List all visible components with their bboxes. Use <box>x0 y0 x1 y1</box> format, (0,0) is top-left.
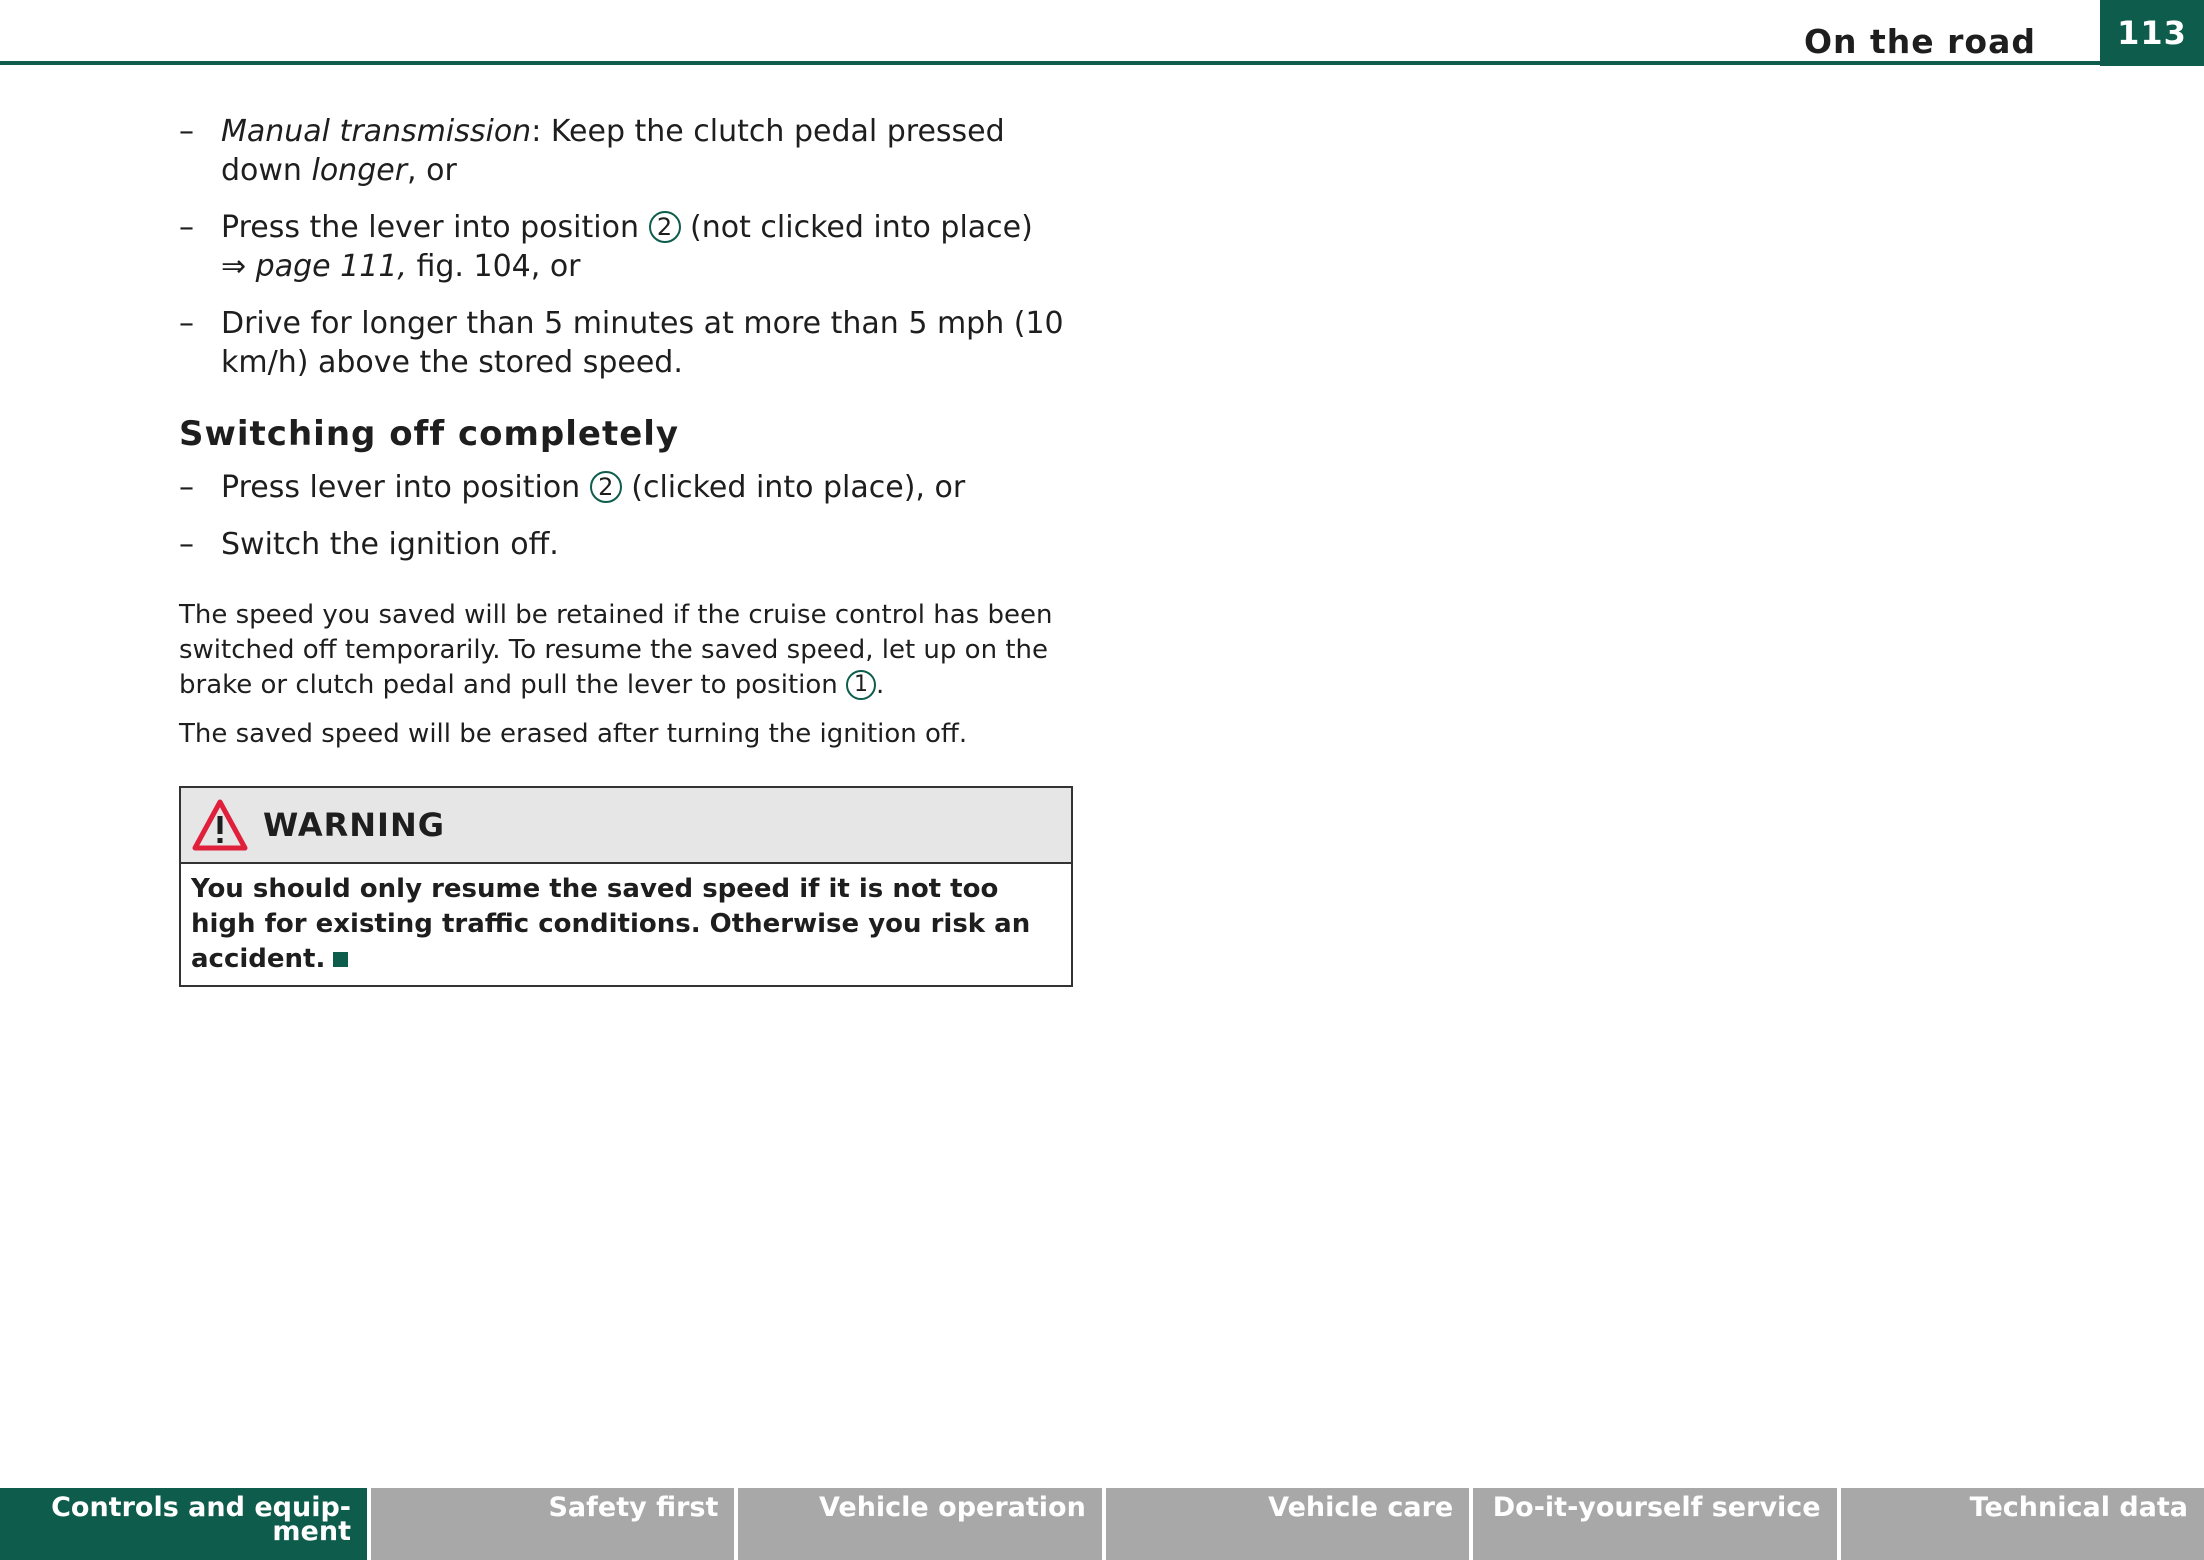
header-page-number: 113 <box>2100 0 2204 66</box>
page-reference-link[interactable]: page 111, <box>246 249 407 284</box>
arrow-icon: ⇒ <box>221 249 247 284</box>
position-number-badge: 1 <box>846 670 877 700</box>
tab-safety-first[interactable]: Safety first <box>371 1488 735 1560</box>
list-text-end: fig. 104, or <box>406 249 581 284</box>
italic-term: Manual transmission <box>221 114 532 149</box>
header-rule <box>0 61 2204 65</box>
list-text: Switch the ignition off. <box>221 527 559 562</box>
tab-do-it-yourself-service[interactable]: Do-it-yourself service <box>1473 1488 1837 1560</box>
body-paragraph: The speed you saved will be retained if … <box>179 598 1094 703</box>
tab-label: Vehicle operation <box>818 1492 1086 1523</box>
footer-nav: Controls and equip- ment Safety first Ve… <box>0 1488 2204 1560</box>
header-section-title: On the road <box>1803 22 2036 61</box>
warning-body: You should only resume the saved speed i… <box>181 864 1071 985</box>
tab-label: Vehicle care <box>1268 1492 1454 1523</box>
warning-header: WARNING <box>181 788 1071 864</box>
list-item: – Switch the ignition off. <box>179 525 1094 564</box>
list-text: Drive for longer than 5 minutes at more … <box>221 306 1064 380</box>
tab-vehicle-care[interactable]: Vehicle care <box>1105 1488 1470 1560</box>
warning-triangle-icon <box>192 799 248 851</box>
warning-text: You should only resume the saved speed i… <box>191 874 1031 974</box>
list-dash: – <box>179 527 194 562</box>
list-text-end: , or <box>407 153 457 188</box>
warning-title: WARNING <box>263 806 445 844</box>
position-number-badge: 2 <box>589 471 622 503</box>
tab-technical-data[interactable]: Technical data <box>1840 1488 2204 1560</box>
list-dash: – <box>179 306 194 341</box>
tab-label: Do-it-yourself service <box>1492 1492 1821 1523</box>
tab-vehicle-operation[interactable]: Vehicle operation <box>738 1488 1102 1560</box>
paragraph-text: The speed you saved will be retained if … <box>179 600 1053 700</box>
end-of-section-icon <box>333 952 349 967</box>
paragraph-end: . <box>876 670 885 700</box>
tab-label: Technical data <box>1969 1492 2189 1523</box>
list-item: – Manual transmission: Keep the clutch p… <box>179 112 1094 190</box>
list-dash: – <box>179 114 194 149</box>
section-heading: Switching off completely <box>179 414 680 454</box>
tab-label: ment <box>272 1516 351 1547</box>
list-item: – Drive for longer than 5 minutes at mor… <box>179 304 1094 382</box>
list-text-after: (not clicked into place) <box>680 210 1033 245</box>
list-item: – Press lever into position 2 (clicked i… <box>179 468 1094 507</box>
list-text: Press the lever into position <box>221 210 649 245</box>
list-dash: – <box>179 210 194 245</box>
position-number-badge: 2 <box>648 211 681 243</box>
tab-label: Safety first <box>548 1492 719 1523</box>
page-content: – Manual transmission: Keep the clutch p… <box>179 112 1094 987</box>
italic-word: longer <box>311 153 408 188</box>
body-paragraph: The saved speed will be erased after tur… <box>179 719 968 749</box>
list-dash: – <box>179 470 194 505</box>
tab-controls-and-equipment[interactable]: Controls and equip- ment <box>0 1488 367 1560</box>
list-item: – Press the lever into position 2 (not c… <box>179 208 1094 286</box>
warning-box: WARNING You should only resume the saved… <box>179 786 1073 987</box>
list-text-after: (clicked into place), or <box>621 470 966 505</box>
list-text: Press lever into position <box>221 470 590 505</box>
